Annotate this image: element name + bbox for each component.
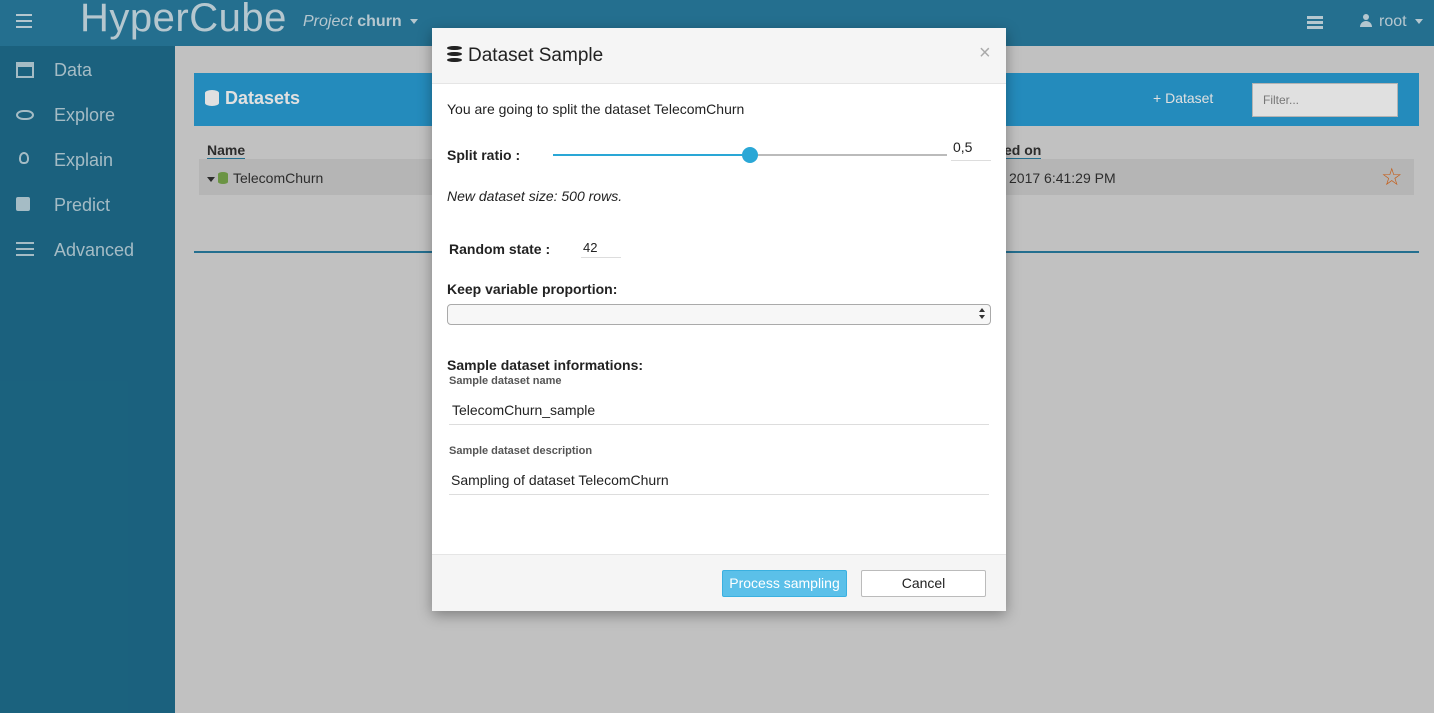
process-sampling-button[interactable]: Process sampling [722, 570, 847, 597]
split-ratio-input[interactable]: 0,5 [951, 139, 991, 161]
slider-handle[interactable] [742, 147, 758, 163]
random-state-input[interactable]: 42 [581, 240, 621, 258]
keep-proportion-select[interactable] [447, 304, 991, 325]
keep-proportion-label: Keep variable proportion: [447, 281, 618, 297]
cancel-button[interactable]: Cancel [861, 570, 986, 597]
split-ratio-label: Split ratio : [447, 147, 521, 163]
sample-description-input[interactable]: Sampling of dataset TelecomChurn [449, 468, 989, 495]
select-arrows-icon [979, 308, 985, 320]
random-state-label: Random state : [449, 241, 551, 257]
sample-description-label: Sample dataset description [449, 445, 593, 457]
sample-info-label: Sample dataset informations: [447, 357, 644, 373]
modal-header: Dataset Sample × [432, 28, 1006, 84]
slider-fill [553, 154, 750, 156]
close-icon[interactable]: × [979, 42, 991, 65]
modal-title-text: Dataset Sample [468, 45, 604, 66]
split-ratio-slider[interactable] [553, 147, 947, 163]
sample-name-input[interactable]: TelecomChurn_sample [449, 398, 989, 425]
intro-text: You are going to split the dataset Telec… [447, 101, 745, 117]
modal-footer: Process sampling Cancel [432, 554, 1006, 611]
modal-title: Dataset Sample [447, 45, 603, 67]
sample-name-label: Sample dataset name [449, 375, 562, 387]
database-icon [447, 46, 462, 63]
dataset-sample-modal: Dataset Sample × You are going to split … [432, 28, 1006, 611]
new-dataset-size: New dataset size: 500 rows. [447, 188, 623, 204]
